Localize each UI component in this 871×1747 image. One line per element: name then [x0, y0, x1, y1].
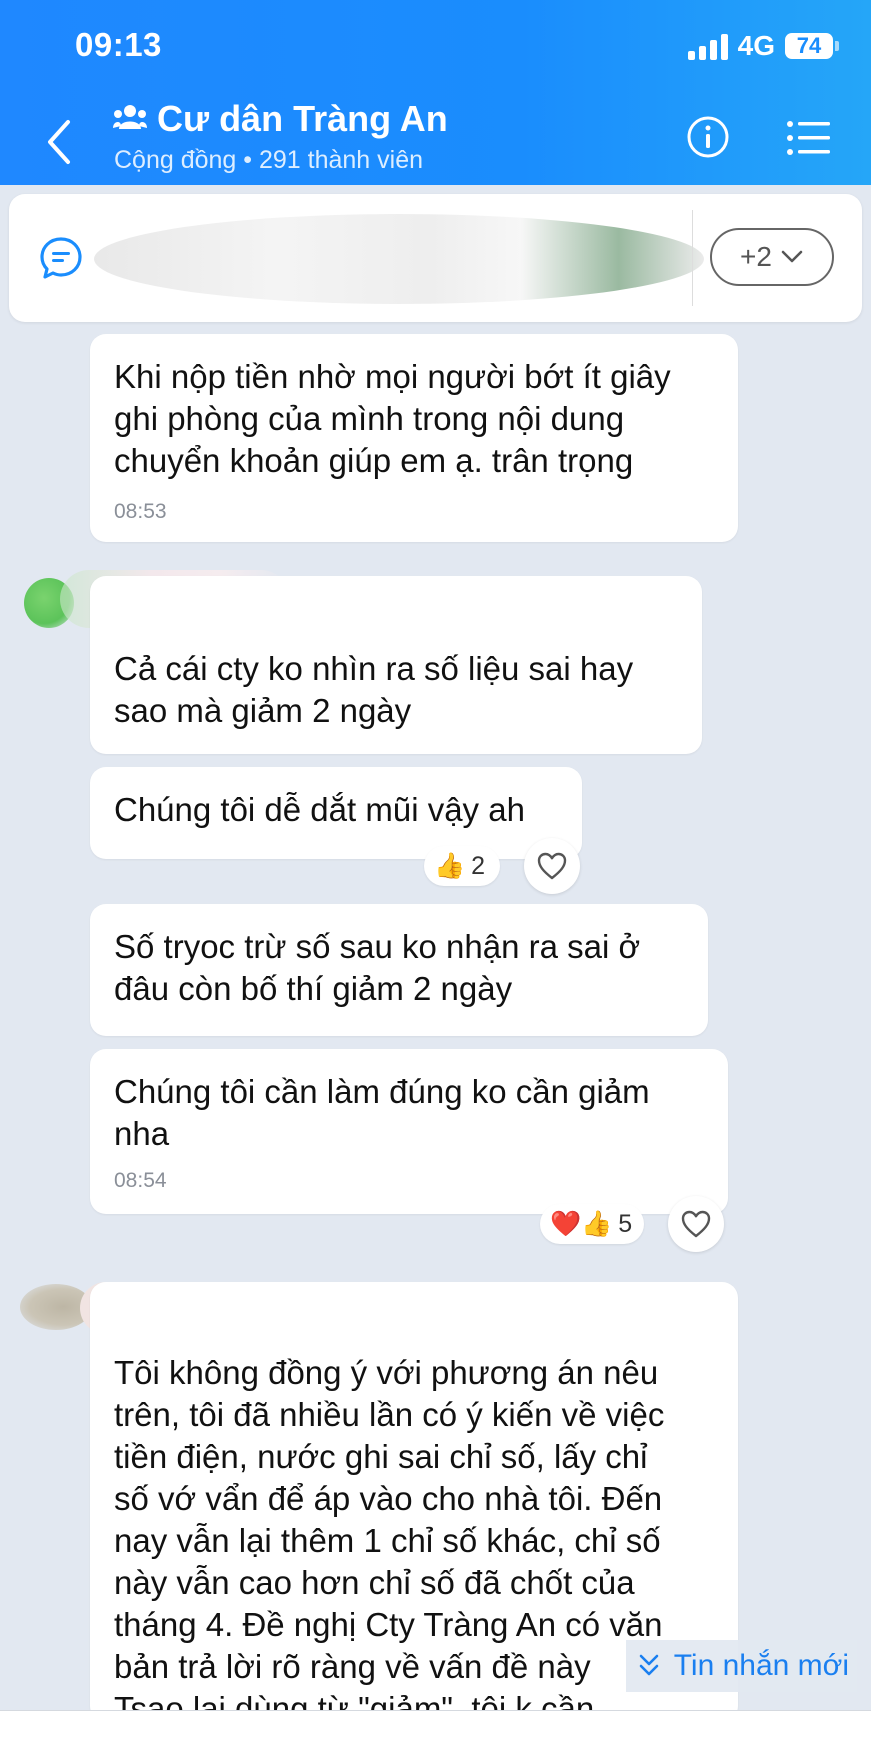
reaction-summary[interactable]: 👍 2: [424, 846, 500, 886]
chevron-down-icon: [781, 250, 803, 263]
message-text: Số tryoc trừ số sau ko nhận ra sai ở đâu…: [114, 928, 641, 1007]
double-chevron-down-icon: [639, 1654, 658, 1676]
info-icon[interactable]: [686, 115, 730, 159]
message-text: Chúng tôi dễ dắt mũi vậy ah: [114, 791, 525, 828]
react-heart-button[interactable]: [668, 1196, 724, 1252]
heart-outline-icon: [681, 1210, 711, 1238]
status-time: 09:13: [75, 26, 162, 63]
reaction-count: 5: [618, 1209, 633, 1238]
pinned-message-bar[interactable]: +2: [9, 194, 862, 322]
pinned-more-label: +2: [740, 241, 772, 272]
heart-thumbs-up-icon: ❤️👍: [550, 1209, 613, 1238]
pinned-divider: [692, 210, 693, 306]
react-heart-button[interactable]: [524, 838, 580, 894]
chevron-left-icon[interactable]: [40, 112, 80, 172]
message-bubble[interactable]: Cả cái cty ko nhìn ra số liệu sai hay sa…: [90, 576, 702, 754]
network-type: 4G: [737, 30, 775, 61]
message-text: Khi nộp tiền nhờ mọi người bớt ít giây g…: [114, 358, 671, 479]
battery-icon: 74: [785, 33, 839, 59]
reaction-count: 2: [471, 851, 486, 880]
reaction-summary[interactable]: ❤️👍 5: [540, 1204, 644, 1244]
group-icon: [113, 105, 147, 129]
chat-header: 09:13 4G 74 Cư dân Tràng An Cộng đồng • …: [0, 0, 871, 185]
group-title[interactable]: Cư dân Tràng An: [157, 98, 448, 140]
signal-icon: [687, 32, 728, 60]
list-menu-icon[interactable]: [786, 118, 832, 158]
heart-outline-icon: [537, 852, 567, 880]
status-indicators: 4G 74: [687, 30, 839, 62]
pinned-more-button[interactable]: +2: [710, 228, 834, 286]
chat-bubble-icon: [40, 237, 82, 279]
thumbs-up-icon: 👍: [434, 851, 466, 880]
group-subtitle: Cộng đồng • 291 thành viên: [114, 146, 423, 174]
pinned-content-redacted: [94, 214, 704, 304]
new-messages-label: Tin nhắn mới: [673, 1649, 849, 1682]
message-bubble[interactable]: Khi nộp tiền nhờ mọi người bớt ít giây g…: [90, 334, 738, 542]
message-time: 08:54: [114, 1169, 167, 1192]
message-text: Cả cái cty ko nhìn ra số liệu sai hay sa…: [114, 650, 634, 729]
message-bubble[interactable]: Chúng tôi dễ dắt mũi vậy ah: [90, 767, 582, 859]
new-messages-button[interactable]: Tin nhắn mới: [625, 1640, 857, 1692]
message-text: Tôi không đồng ý với phương án nêu trên,…: [114, 1354, 665, 1727]
composer-bar[interactable]: [0, 1710, 871, 1747]
message-time: 08:53: [114, 500, 167, 523]
message-bubble[interactable]: Số tryoc trừ số sau ko nhận ra sai ở đâu…: [90, 904, 708, 1036]
message-bubble[interactable]: Chúng tôi cần làm đúng ko cần giảm nha 0…: [90, 1049, 728, 1214]
message-text: Chúng tôi cần làm đúng ko cần giảm nha: [114, 1073, 650, 1152]
